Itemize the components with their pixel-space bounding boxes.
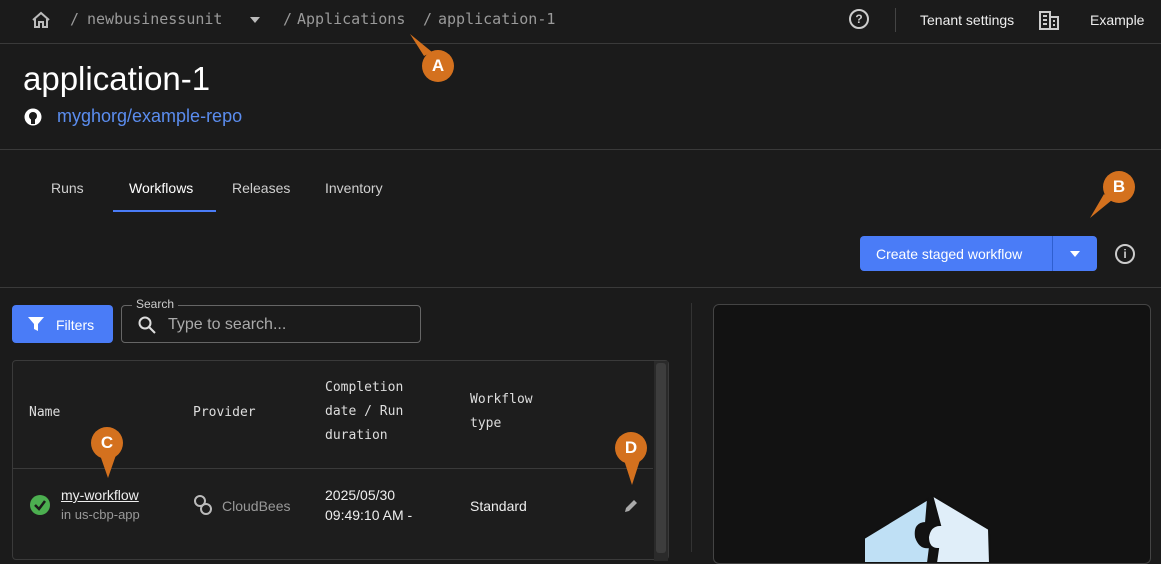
create-staged-workflow-button[interactable]: Create staged workflow bbox=[876, 246, 1022, 262]
column-header-provider[interactable]: Provider bbox=[193, 401, 256, 425]
cloudbees-icon bbox=[194, 495, 212, 515]
success-check-icon bbox=[30, 495, 50, 515]
workflow-name-link[interactable]: my-workflow bbox=[61, 487, 139, 503]
tab-releases[interactable]: Releases bbox=[232, 180, 290, 196]
column-header-name[interactable]: Name bbox=[29, 401, 60, 425]
filter-icon bbox=[28, 317, 44, 331]
dropdown-chevron-icon[interactable] bbox=[1070, 251, 1080, 257]
divider bbox=[0, 287, 1161, 288]
search-placeholder: Type to search... bbox=[168, 316, 287, 333]
breadcrumb-current: application-1 bbox=[438, 10, 556, 28]
callout-a-pointer bbox=[410, 34, 432, 56]
callout-d-pointer bbox=[624, 460, 640, 485]
tab-runs[interactable]: Runs bbox=[51, 180, 84, 196]
preview-panel bbox=[713, 304, 1151, 564]
tab-inventory[interactable]: Inventory bbox=[325, 180, 383, 196]
callout-c-pointer bbox=[100, 455, 116, 478]
help-icon[interactable]: ? bbox=[849, 9, 869, 29]
column-header-completion[interactable]: Completion date / Run duration bbox=[325, 376, 425, 448]
tab-indicator bbox=[113, 210, 216, 212]
user-menu[interactable]: Example bbox=[1090, 12, 1144, 28]
create-staged-workflow-split-button: Create staged workflow bbox=[860, 236, 1097, 271]
search-label: Search bbox=[132, 297, 179, 311]
info-icon[interactable]: i bbox=[1115, 244, 1135, 264]
filters-label: Filters bbox=[56, 317, 95, 333]
provider-name: CloudBees bbox=[222, 498, 291, 514]
workflow-location: in us-cbp-app bbox=[61, 507, 140, 522]
repo-link[interactable]: myghorg/example-repo bbox=[57, 106, 242, 127]
callout-b-pointer bbox=[1090, 194, 1112, 218]
filters-button[interactable]: Filters bbox=[12, 305, 113, 343]
puzzle-illustration-icon bbox=[864, 493, 992, 563]
edit-pencil-icon[interactable] bbox=[623, 498, 639, 514]
pane-divider[interactable] bbox=[691, 303, 692, 552]
column-header-type[interactable]: Workflow type bbox=[470, 388, 550, 436]
breadcrumb-sep: / bbox=[283, 10, 293, 28]
breadcrumb-sep: / bbox=[70, 10, 80, 28]
breadcrumb-applications[interactable]: Applications bbox=[297, 10, 405, 28]
breadcrumb-sep: / bbox=[423, 10, 433, 28]
tenant-settings-link[interactable]: Tenant settings bbox=[920, 12, 1014, 28]
search-icon bbox=[138, 316, 156, 334]
home-icon[interactable] bbox=[31, 10, 51, 30]
chevron-down-icon[interactable] bbox=[250, 17, 260, 23]
workflow-type: Standard bbox=[470, 498, 527, 514]
table-scrollbar[interactable] bbox=[654, 361, 668, 561]
divider bbox=[895, 8, 896, 32]
tab-workflows[interactable]: Workflows bbox=[129, 180, 193, 196]
completion-date: 2025/05/30 bbox=[325, 487, 396, 503]
divider bbox=[1052, 236, 1053, 271]
divider bbox=[0, 149, 1161, 150]
page-title: application-1 bbox=[23, 60, 211, 97]
building-icon[interactable] bbox=[1038, 9, 1060, 31]
breadcrumb-org[interactable]: newbusinessunit bbox=[87, 10, 222, 28]
github-icon bbox=[24, 108, 42, 126]
completion-time: 09:49:10 AM - bbox=[325, 507, 413, 523]
search-input[interactable]: Search Type to search... bbox=[121, 297, 421, 343]
